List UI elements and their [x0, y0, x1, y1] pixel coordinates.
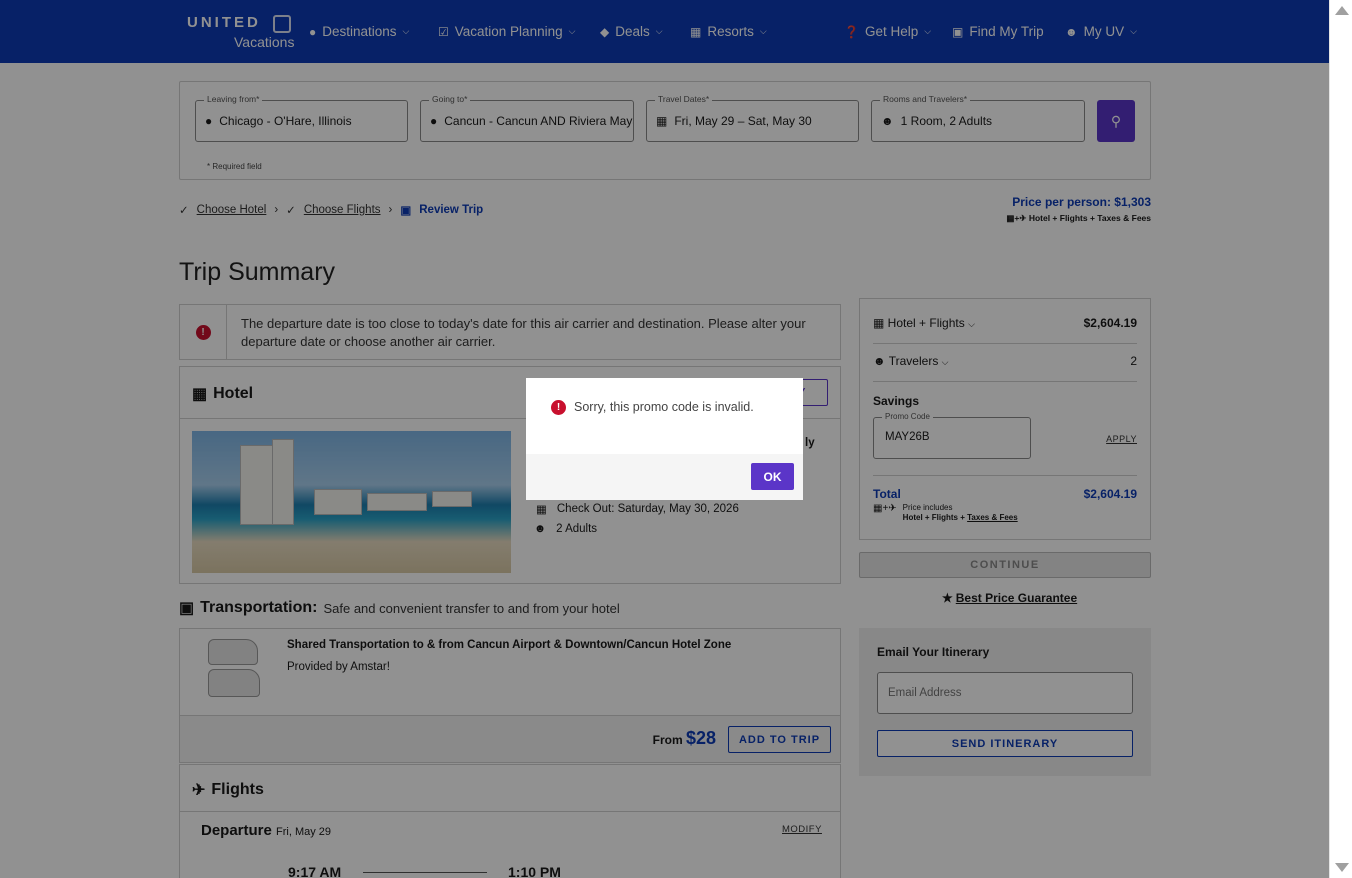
scroll-up-arrow-icon[interactable] [1335, 6, 1349, 15]
scroll-down-arrow-icon[interactable] [1335, 863, 1349, 872]
scrollbar[interactable] [1329, 0, 1352, 878]
ok-button[interactable]: OK [751, 463, 794, 490]
invalid-promo-dialog: ! Sorry, this promo code is invalid. OK [526, 378, 803, 500]
dialog-footer: OK [526, 454, 803, 500]
dialog-body: ! Sorry, this promo code is invalid. [526, 378, 803, 454]
error-icon: ! [551, 400, 566, 415]
dialog-message: Sorry, this promo code is invalid. [574, 400, 754, 414]
